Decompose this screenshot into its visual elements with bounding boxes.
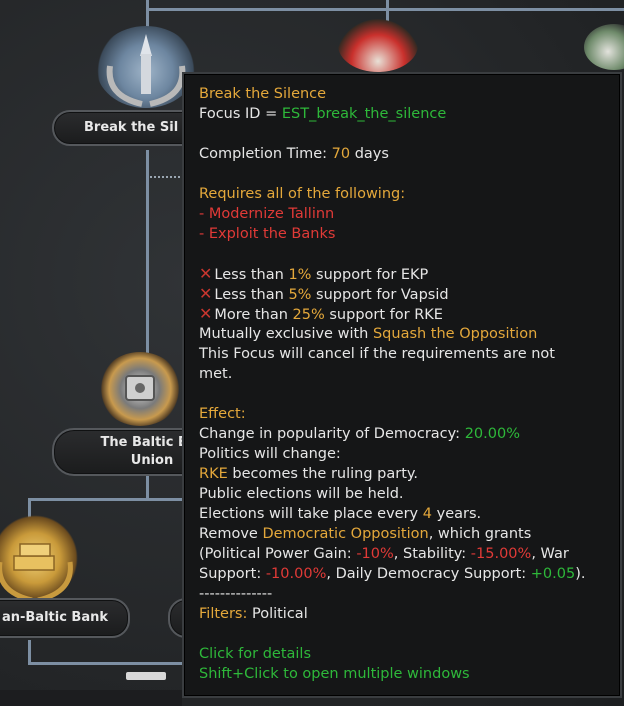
bottom-bar	[0, 690, 182, 706]
effect-header: Effect:	[199, 406, 246, 422]
effect-election-frequency: Elections will take place every 4 years.	[199, 504, 620, 524]
condition-text: Less than	[214, 287, 289, 303]
condition-value: 5%	[288, 287, 312, 303]
modifier-label: , War	[531, 546, 569, 562]
effect-value: 4	[422, 506, 432, 522]
requires-header: Requires all of the following:	[199, 186, 406, 202]
effect-text: years.	[432, 506, 482, 522]
cancel-note-line-2: met.	[199, 366, 233, 382]
baltic-economic-union-focus-icon[interactable]	[98, 352, 182, 426]
safe-icon	[125, 375, 155, 401]
condition-text: support for Vapsid	[311, 287, 449, 303]
filters-value: Political	[247, 606, 308, 622]
focus-id-label: Focus ID =	[199, 106, 282, 122]
modifier-value: -15.00%	[470, 546, 532, 562]
effect-remove-idea: Remove Democratic Opposition, which gran…	[199, 524, 620, 544]
focus-id-value: EST_break_the_silence	[281, 106, 447, 122]
effect-idea-modifiers-1: (Political Power Gain: -10%, Stability: …	[199, 544, 620, 564]
connector-line	[28, 662, 184, 665]
cross-icon: ✕	[199, 284, 213, 303]
requirement-exploit-the-banks: - Exploit the Banks	[199, 226, 336, 242]
break-the-silence-focus-icon[interactable]	[96, 26, 196, 108]
modifier-value: +0.05	[530, 566, 576, 582]
effect-ruling-party: RKE becomes the ruling party.	[199, 464, 620, 484]
condition-text: support for EKP	[311, 267, 429, 283]
effect-value: 20.00%	[464, 426, 520, 442]
modifier-value: -10%	[356, 546, 394, 562]
gold-bars-icon	[0, 543, 73, 603]
focus-label-pan-baltic-bank[interactable]: an-Baltic Bank	[0, 598, 130, 638]
connector-line	[28, 498, 188, 501]
focus-id-line: Focus ID = EST_break_the_silence	[199, 104, 620, 124]
laurel-icon	[106, 34, 186, 107]
dotted-connector	[150, 176, 184, 178]
condition-vapsid: ✕ Less than 5% support for Vapsid	[199, 284, 620, 304]
mutex-focus-name: Squash the Opposition	[372, 326, 538, 342]
pan-baltic-bank-focus-icon[interactable]	[0, 512, 78, 604]
condition-value: 25%	[292, 307, 325, 323]
effect-text: , which grants	[428, 526, 532, 542]
partial-focus-icon[interactable]	[584, 24, 624, 70]
requirement-modernize-tallinn: - Modernize Tallinn	[199, 206, 335, 222]
effect-text: Change in popularity of Democracy:	[199, 426, 465, 442]
modifier-label: ).	[575, 566, 586, 582]
modifier-label: , Daily Democracy Support:	[326, 566, 531, 582]
condition-text: Less than	[214, 267, 289, 283]
effect-text: Elections will take place every	[199, 506, 423, 522]
mutex-label: Mutually exclusive with	[199, 326, 373, 342]
completion-value: 70	[331, 146, 351, 162]
effect-text: Remove	[199, 526, 263, 542]
partial-label-edge	[126, 672, 166, 680]
focus-tooltip: Break the Silence Focus ID = EST_break_t…	[182, 72, 622, 698]
flag-focus-icon[interactable]	[338, 18, 418, 72]
effect-text: becomes the ruling party.	[227, 466, 419, 482]
effect-public-elections: Public elections will be held.	[199, 486, 404, 502]
condition-ekp: ✕ Less than 1% support for EKP	[199, 264, 620, 284]
party-name: RKE	[199, 466, 228, 482]
modifier-label: Support:	[199, 566, 266, 582]
click-for-details-hint: Click for details	[199, 646, 312, 662]
effect-politics-change: Politics will change:	[199, 446, 341, 462]
shift-click-hint: Shift+Click to open multiple windows	[199, 666, 470, 682]
cross-icon: ✕	[199, 264, 213, 283]
filters-line: Filters: Political	[199, 604, 620, 624]
idea-name: Democratic Opposition	[262, 526, 429, 542]
filters-label: Filters:	[199, 606, 248, 622]
completion-time-line: Completion Time: 70 days	[199, 144, 620, 164]
condition-rke: ✕ More than 25% support for RKE	[199, 304, 620, 324]
condition-value: 1%	[288, 267, 312, 283]
modifier-label: (Political Power Gain:	[199, 546, 357, 562]
modifier-label: , Stability:	[393, 546, 471, 562]
separator: --------------	[199, 586, 273, 602]
effect-idea-modifiers-2: Support: -10.00%, Daily Democracy Suppor…	[199, 564, 620, 584]
connector-line	[146, 8, 624, 11]
condition-text: support for RKE	[324, 307, 443, 323]
condition-text: More than	[214, 307, 293, 323]
tooltip-title: Break the Silence	[199, 86, 327, 102]
cross-icon: ✕	[199, 304, 213, 323]
modifier-value: -10.00%	[265, 566, 327, 582]
effect-popularity: Change in popularity of Democracy: 20.00…	[199, 424, 620, 444]
cancel-note-line-1: This Focus will cancel if the requiremen…	[199, 346, 555, 362]
connector-line	[28, 640, 31, 664]
mutually-exclusive-line: Mutually exclusive with Squash the Oppos…	[199, 324, 620, 344]
completion-label: Completion Time:	[199, 146, 332, 162]
completion-unit: days	[350, 146, 389, 162]
